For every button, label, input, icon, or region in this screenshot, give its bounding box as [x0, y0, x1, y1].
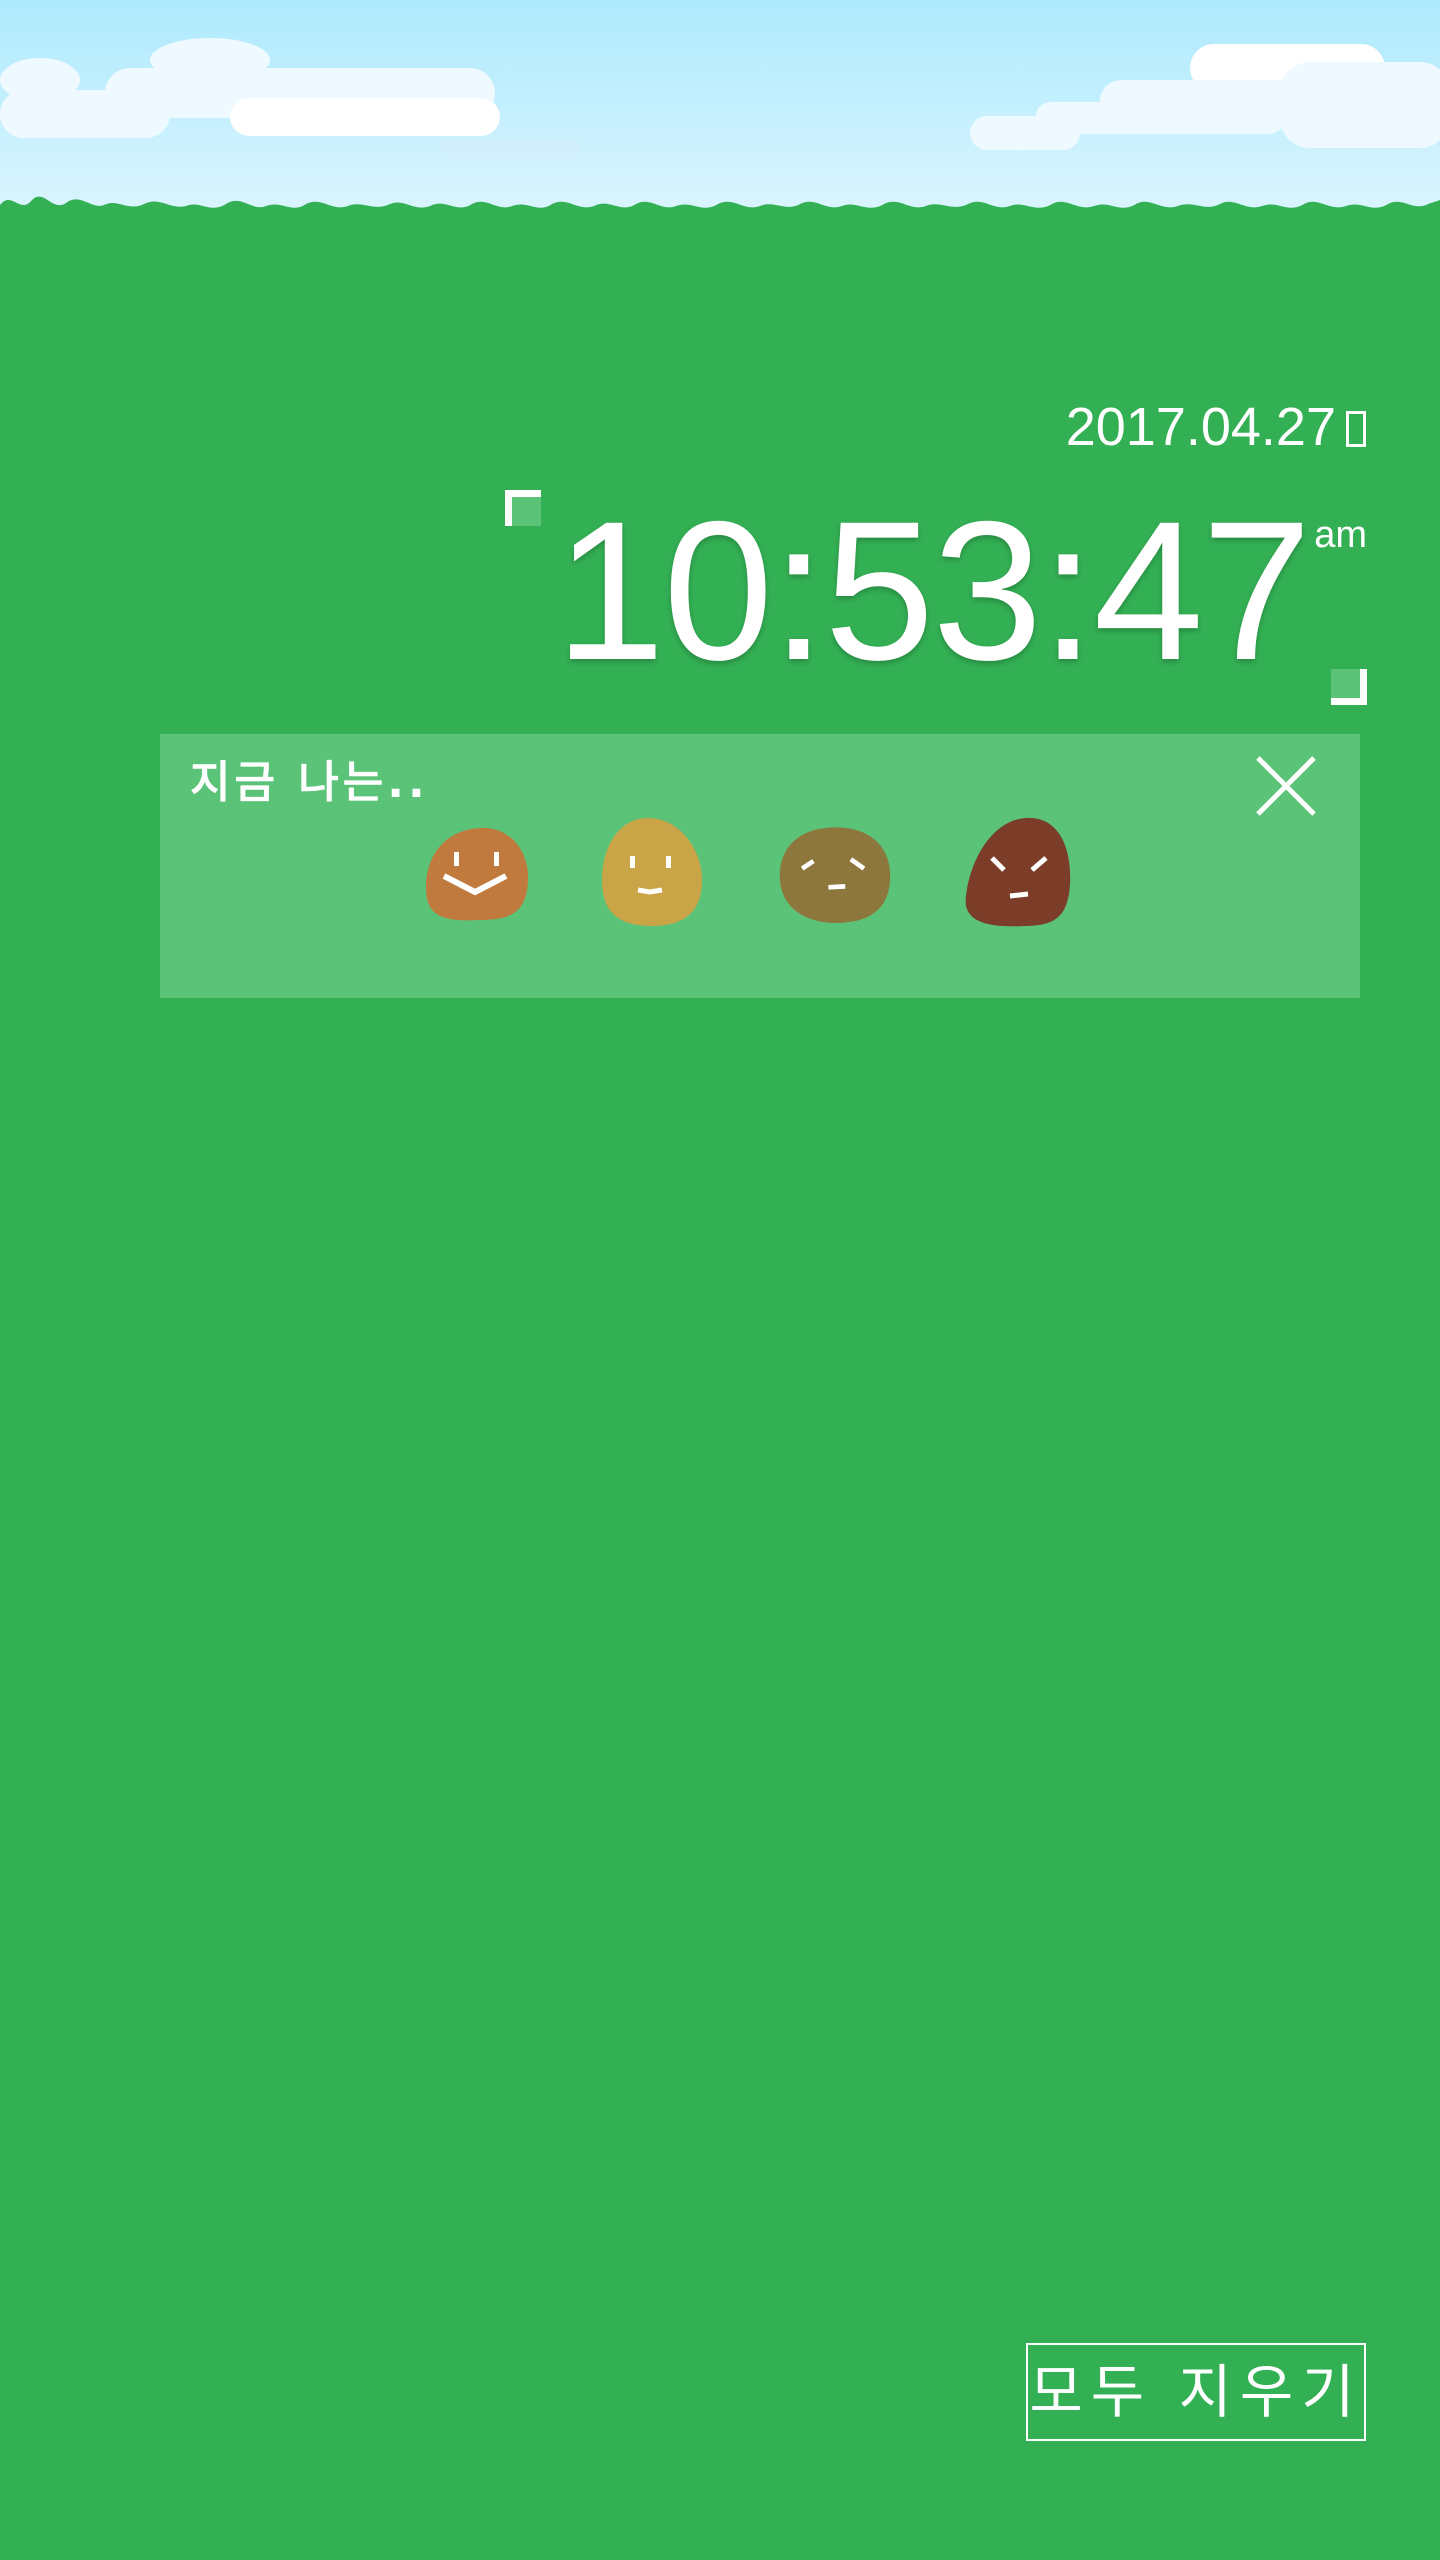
sky-background: [0, 0, 1440, 280]
time-display: 10:53:47: [555, 480, 1312, 701]
lock-screen: 2017.04.27 10:53:47 am 지금 나는.. 모두 지우기: [0, 0, 1440, 2560]
ampm-label: am: [1314, 514, 1367, 556]
mood-title: 지금 나는..: [190, 757, 429, 808]
date-label: 2017.04.27: [1066, 396, 1366, 458]
clear-all-button[interactable]: 모두 지우기: [1026, 2343, 1366, 2441]
grass-edge: [0, 196, 1440, 280]
clock: 10:53:47 am: [505, 486, 1367, 705]
mood-meh-face-icon[interactable]: [776, 814, 892, 940]
mood-panel: 지금 나는..: [160, 734, 1360, 998]
mood-content-face-icon[interactable]: [594, 814, 710, 940]
close-icon[interactable]: [1252, 752, 1320, 820]
bracket-top-left-icon: [505, 490, 541, 526]
missing-glyph-icon: [1346, 411, 1366, 447]
mood-happy-face-icon[interactable]: [420, 814, 536, 940]
date-text: 2017.04.27: [1065, 397, 1336, 457]
mood-faces: [420, 814, 1110, 944]
mood-angry-face-icon[interactable]: [960, 814, 1076, 940]
bracket-bottom-right-icon: [1331, 669, 1367, 705]
